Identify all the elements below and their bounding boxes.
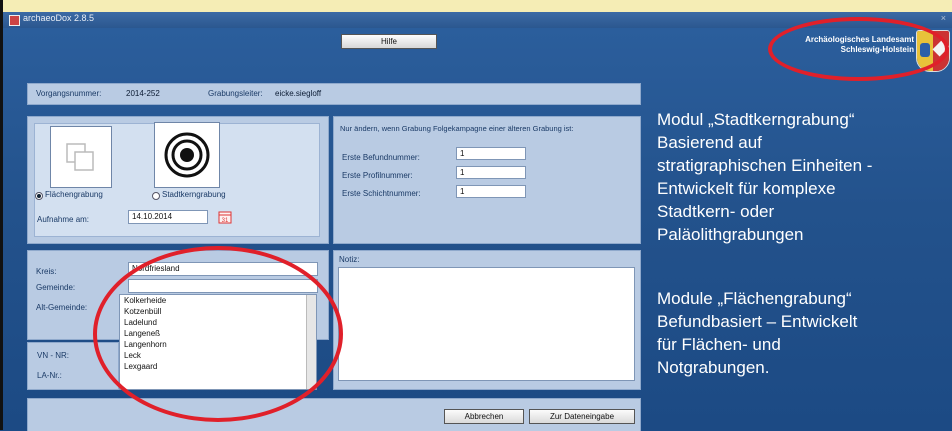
flaeche-label: Flächengrabung [45,190,103,199]
gemeinde-label: Gemeinde: [36,283,76,292]
leiter-label: Grabungsleiter: [208,89,263,98]
la-label: LA-Nr.: [37,371,62,380]
annotation-line: Stadtkern- oder [657,202,775,221]
date-field[interactable]: 14.10.2014 [128,210,208,224]
highlight-ellipse-gemeinde [93,246,343,422]
annotation-line: stratigraphischen Einheiten - [657,156,873,175]
date-label: Aufnahme am: [37,215,90,224]
leiter-value: eicke.siegloff [275,89,322,98]
vorgang-label: Vorgangsnummer: [36,89,102,98]
vorgang-value: 2014-252 [126,89,160,98]
flaeche-radio[interactable] [35,192,43,200]
annotation-line: Entwickelt für komplexe [657,179,836,198]
alt-gemeinde-label: Alt-Gemeinde: [36,303,88,312]
concentric-circles-icon [164,132,210,178]
flaeche-icon-box[interactable] [50,126,112,188]
overlapping-squares-icon [66,143,94,171]
notiz-label: Notiz: [339,255,360,264]
profil-field[interactable]: 1 [456,166,526,179]
annotation-line: für Flächen- und [657,335,781,354]
annotation-line: Notgrabungen. [657,358,770,377]
profil-label: Erste Profilnummer: [342,171,413,180]
app-title: archaeoDox 2.8.5 [23,13,95,23]
kreis-label: Kreis: [36,267,57,276]
top-band [0,0,952,12]
schicht-label: Erste Schichtnummer: [342,189,421,198]
notes-panel: Notiz: [333,250,641,390]
annotation-heading-flaeche: Module „Flächengrabung“ [657,289,852,308]
continue-to-data-entry-button[interactable]: Zur Dateneingabe [529,409,635,424]
calendar-icon[interactable]: 31 [218,210,232,224]
excavation-type-panel: Flächengrabung Stadtkerngrabung Aufnahme… [27,116,329,244]
cancel-button[interactable]: Abbrechen [444,409,524,424]
stadtkern-label: Stadtkerngrabung [162,190,226,199]
stadtkern-icon-box[interactable] [154,122,220,188]
svg-text:31: 31 [222,218,229,224]
help-button[interactable]: Hilfe [341,34,437,49]
stadtkern-radio[interactable] [152,192,160,200]
annotation-heading-stadtkern: Modul „Stadtkerngrabung“ [657,110,855,129]
vn-label: VN - NR: [37,351,69,360]
close-icon[interactable]: × [941,13,946,23]
notiz-field[interactable] [338,267,635,381]
annotation-line: Befundbasiert – Entwickelt [657,312,858,331]
annotation-line: Paläolithgrabungen [657,225,804,244]
befund-label: Erste Befundnummer: [342,153,420,162]
annotation-line: Basierend auf [657,133,762,152]
app-icon [9,15,20,26]
numbering-panel: Nur ändern, wenn Grabung Folgekampagne e… [333,116,641,244]
header-panel: Vorgangsnummer: 2014-252 Grabungsleiter:… [27,83,641,105]
highlight-ellipse-logo [768,17,949,81]
numbering-note: Nur ändern, wenn Grabung Folgekampagne e… [340,124,574,133]
schicht-field[interactable]: 1 [456,185,526,198]
befund-field[interactable]: 1 [456,147,526,160]
